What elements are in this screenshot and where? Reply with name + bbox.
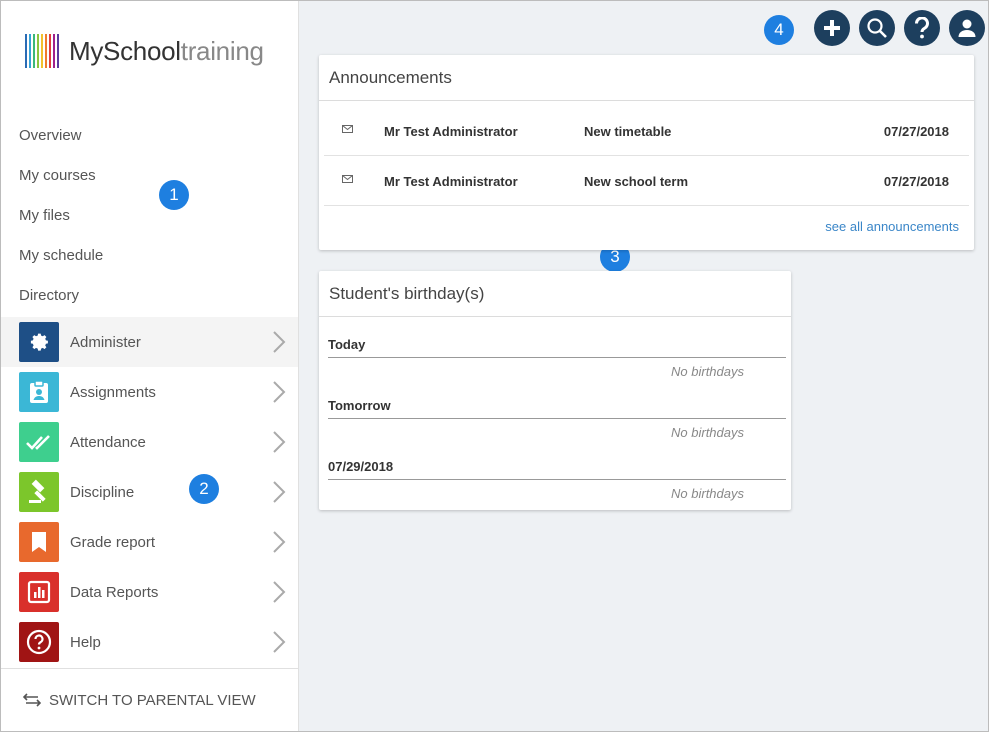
- birthday-empty-message: No birthdays: [671, 486, 744, 501]
- help-circle-icon: [19, 622, 59, 662]
- module-assignments[interactable]: Assignments: [1, 367, 298, 417]
- announcements-card: Announcements Mr Test Administrator New …: [319, 55, 974, 250]
- callout-badge-1: 1: [159, 180, 189, 210]
- birthday-section-heading: Today: [328, 337, 786, 358]
- birthday-section-heading: 07/29/2018: [328, 459, 786, 480]
- birthday-section-heading: Tomorrow: [328, 398, 786, 419]
- chevron-right-icon: [273, 531, 286, 553]
- nav-my-files[interactable]: My files: [1, 196, 298, 236]
- birthday-empty-message: No birthdays: [671, 364, 744, 379]
- announcement-row[interactable]: Mr Test Administrator New school term 07…: [324, 156, 969, 206]
- birthday-section: 07/29/2018 No birthdays: [328, 459, 786, 501]
- swap-arrows-icon: [23, 693, 41, 707]
- module-administer[interactable]: Administer: [1, 317, 298, 367]
- announcement-author: Mr Test Administrator: [384, 174, 518, 189]
- announcement-date: 07/27/2018: [883, 124, 949, 139]
- callout-badge-4: 4: [764, 15, 794, 45]
- logo-name-light: training: [180, 35, 264, 66]
- user-icon: [958, 19, 976, 37]
- bookmark-icon: [19, 522, 59, 562]
- chevron-right-icon: [273, 581, 286, 603]
- chevron-right-icon: [273, 331, 286, 353]
- search-icon: [867, 18, 887, 38]
- announcement-subject: New timetable: [584, 124, 672, 139]
- double-check-icon: [19, 422, 59, 462]
- module-label: Help: [70, 633, 101, 651]
- announcement-date: 07/27/2018: [883, 174, 949, 189]
- announcement-author: Mr Test Administrator: [384, 124, 518, 139]
- module-grade-report[interactable]: Grade report: [1, 517, 298, 567]
- module-label: Discipline: [70, 483, 135, 501]
- logo-mark: [25, 34, 59, 68]
- module-attendance[interactable]: Attendance: [1, 417, 298, 467]
- nav-my-courses[interactable]: My courses: [1, 156, 298, 196]
- module-label: Assignments: [70, 383, 156, 401]
- module-data-reports[interactable]: Data Reports: [1, 567, 298, 617]
- chevron-right-icon: [273, 381, 286, 403]
- user-profile-button[interactable]: [949, 10, 985, 46]
- chevron-right-icon: [273, 431, 286, 453]
- module-nav: Administer Assignments Attendance Discip…: [1, 317, 298, 667]
- app-logo[interactable]: MySchooltraining: [25, 33, 264, 69]
- envelope-icon: [342, 175, 353, 183]
- question-icon: [914, 17, 929, 39]
- module-label: Administer: [70, 333, 141, 351]
- birthday-section: Tomorrow No birthdays: [328, 398, 786, 440]
- nav-directory[interactable]: Directory: [1, 276, 298, 316]
- search-button[interactable]: [859, 10, 895, 46]
- nav-overview[interactable]: Overview: [1, 116, 298, 156]
- switch-label: SWITCH TO PARENTAL VIEW: [49, 691, 256, 709]
- callout-badge-2: 2: [189, 474, 219, 504]
- main-nav: Overview My courses My files My schedule…: [1, 116, 298, 316]
- gear-icon: [19, 322, 59, 362]
- nav-my-schedule[interactable]: My schedule: [1, 236, 298, 276]
- envelope-icon: [342, 125, 353, 133]
- module-help[interactable]: Help: [1, 617, 298, 667]
- gavel-icon: [19, 472, 59, 512]
- chevron-right-icon: [273, 481, 286, 503]
- chevron-right-icon: [273, 631, 286, 653]
- plus-icon: [824, 20, 840, 36]
- announcement-row[interactable]: Mr Test Administrator New timetable 07/2…: [324, 106, 969, 156]
- announcements-title: Announcements: [319, 55, 974, 101]
- logo-name-bold: MySchool: [69, 35, 181, 66]
- sidebar: MySchooltraining Overview My courses My …: [1, 1, 299, 731]
- birthdays-title: Student's birthday(s): [319, 271, 791, 317]
- module-label: Attendance: [70, 433, 146, 451]
- birthdays-card: Student's birthday(s) Today No birthdays…: [319, 271, 791, 510]
- module-label: Grade report: [70, 533, 156, 551]
- top-actions: [814, 10, 985, 46]
- see-all-announcements-link[interactable]: see all announcements: [825, 219, 959, 234]
- switch-parental-view-button[interactable]: SWITCH TO PARENTAL VIEW: [1, 668, 298, 731]
- add-button[interactable]: [814, 10, 850, 46]
- birthday-empty-message: No birthdays: [671, 425, 744, 440]
- module-discipline[interactable]: Discipline: [1, 467, 298, 517]
- help-button[interactable]: [904, 10, 940, 46]
- logo-text: MySchooltraining: [69, 36, 264, 67]
- announcement-subject: New school term: [584, 174, 689, 189]
- bar-chart-icon: [19, 572, 59, 612]
- assignment-icon: [19, 372, 59, 412]
- birthday-section: Today No birthdays: [328, 337, 786, 379]
- module-label: Data Reports: [70, 583, 159, 601]
